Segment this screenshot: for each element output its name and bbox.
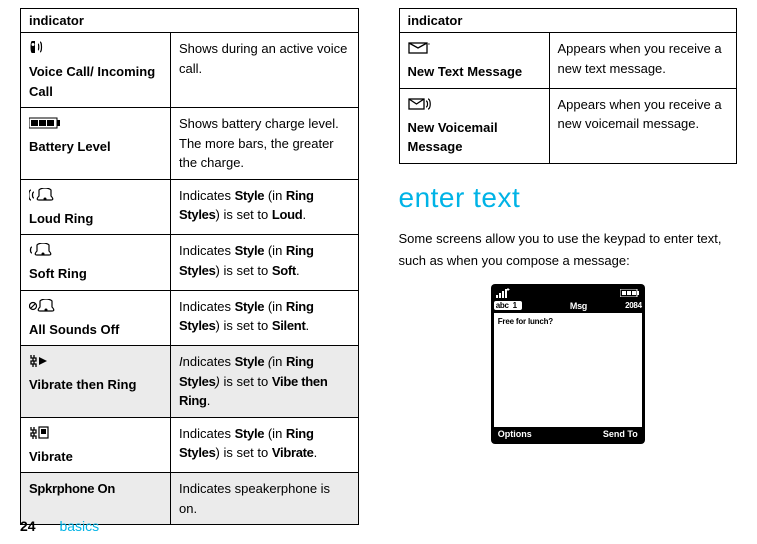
- vibrate-icon: [29, 424, 51, 445]
- indicator-header-right: indicator: [399, 9, 737, 33]
- battery-level-desc: Shows battery charge level. The more bar…: [171, 108, 359, 180]
- all-sounds-off-icon: [29, 297, 55, 318]
- soft-ring-label: Soft Ring: [29, 264, 162, 284]
- phone-right-softkey: Send To: [603, 429, 638, 439]
- signal-icon: [496, 288, 510, 298]
- voice-call-desc: Shows during an active voice call.: [171, 33, 359, 108]
- input-mode-indicator: abc 1: [494, 301, 522, 310]
- phone-mockup: abc 1 Msg 2084 Free for lunch? Options S…: [491, 284, 645, 444]
- enter-text-heading: enter text: [399, 182, 738, 214]
- indicator-header-left: indicator: [21, 9, 359, 33]
- new-voicemail-message-label: New Voicemail Message: [408, 118, 541, 157]
- all-sounds-off-desc: Indicates Style (in Ring Styles) is set …: [171, 290, 359, 346]
- vibrate-then-ring-label: Vibrate then Ring: [29, 375, 162, 395]
- phone-char-count: 2084: [625, 301, 642, 310]
- phone-title-msg: Msg: [562, 301, 587, 311]
- soft-ring-icon: [29, 241, 53, 262]
- loud-ring-label: Loud Ring: [29, 209, 162, 229]
- vibrate-label: Vibrate: [29, 447, 162, 467]
- indicator-table-left: indicator Voice Call/ Incoming Call Show…: [20, 8, 359, 525]
- voice-call-label: Voice Call/ Incoming Call: [29, 62, 162, 101]
- battery-level-label: Battery Level: [29, 137, 162, 157]
- new-text-message-icon: [408, 39, 430, 60]
- speakerphone-on-desc: Indicates speakerphone is on.: [171, 473, 359, 525]
- vibrate-then-ring-icon: [29, 352, 49, 373]
- page-footer: 24 basics: [20, 518, 99, 534]
- page-number: 24: [20, 518, 36, 534]
- voice-call-icon: [29, 39, 47, 60]
- speakerphone-on-label: Spkrphone On: [29, 481, 115, 496]
- phone-text-area: Free for lunch?: [494, 313, 642, 427]
- indicator-table-right: indicator New Text Message Appears when …: [399, 8, 738, 164]
- all-sounds-off-label: All Sounds Off: [29, 320, 162, 340]
- phone-left-softkey: Options: [498, 429, 532, 439]
- loud-ring-icon: [29, 186, 55, 207]
- new-text-message-label: New Text Message: [408, 62, 541, 82]
- new-voicemail-message-desc: Appears when you receive a new voicemail…: [549, 88, 737, 163]
- footer-section: basics: [59, 518, 99, 534]
- vibrate-then-ring-desc: Indicates Style (in Ring Styles) is set …: [171, 346, 359, 418]
- battery-status-icon: [620, 289, 640, 297]
- new-text-message-desc: Appears when you receive a new text mess…: [549, 33, 737, 89]
- loud-ring-desc: Indicates Style (in Ring Styles) is set …: [171, 179, 359, 235]
- new-voicemail-message-icon: [408, 95, 432, 116]
- battery-level-icon: [29, 114, 61, 135]
- vibrate-desc: Indicates Style (in Ring Styles) is set …: [171, 417, 359, 473]
- soft-ring-desc: Indicates Style (in Ring Styles) is set …: [171, 235, 359, 291]
- enter-text-body: Some screens allow you to use the keypad…: [399, 228, 738, 272]
